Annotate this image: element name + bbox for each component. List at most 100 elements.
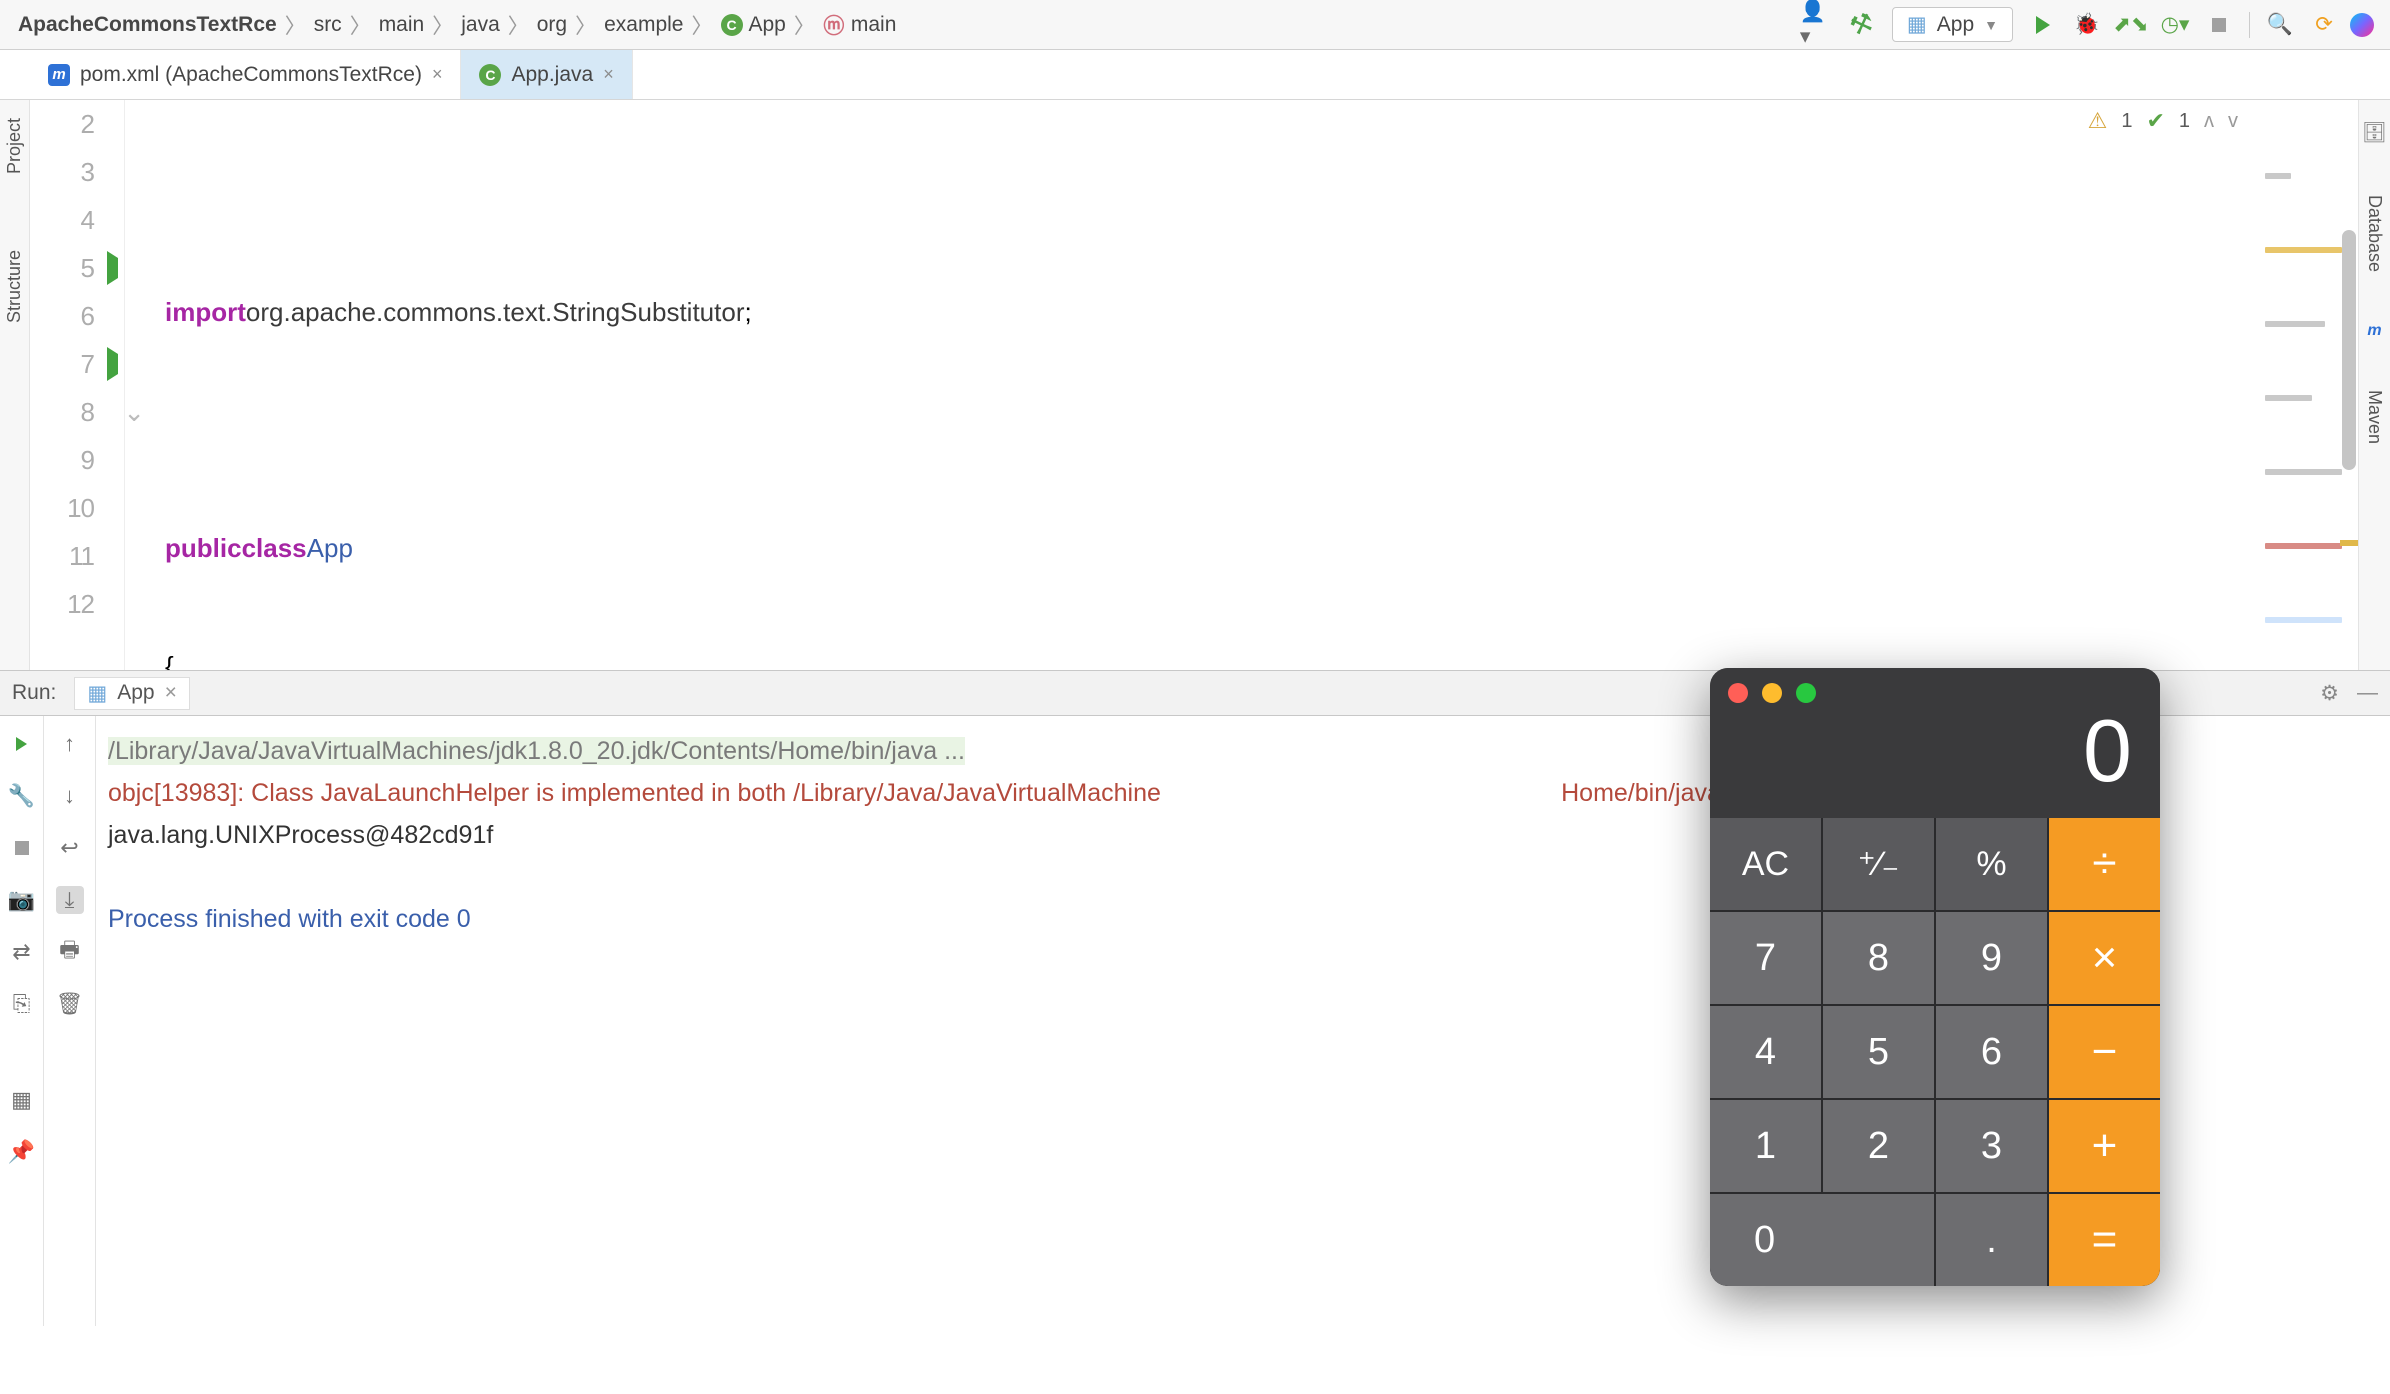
build-icon[interactable]: ⚒: [1844, 7, 1880, 43]
calc-key-divide[interactable]: ÷: [2049, 818, 2160, 910]
calculator-display: 0: [1710, 718, 2160, 818]
breadcrumb-method[interactable]: ⓜ main: [817, 11, 903, 39]
next-highlight-icon[interactable]: v: [2228, 110, 2238, 133]
calc-key-3[interactable]: 3: [1936, 1100, 2047, 1192]
calc-key-6[interactable]: 6: [1936, 1006, 2047, 1098]
breadcrumb-class[interactable]: C App: [715, 11, 792, 39]
run-panel-config[interactable]: ▦ App ×: [74, 677, 189, 710]
maven-file-icon: m: [48, 64, 70, 86]
tab-pom[interactable]: m pom.xml (ApacheCommonsTextRce) ×: [30, 50, 461, 99]
calc-key-8[interactable]: 8: [1823, 912, 1934, 1004]
scroll-to-end-icon[interactable]: ⤓: [56, 886, 84, 914]
close-tab-icon[interactable]: ×: [603, 64, 614, 85]
exit-icon[interactable]: ⎘: [8, 990, 36, 1018]
run-panel-toolbar-console: ↑ ↓ ↩ ⤓ 🖶 🗑: [44, 716, 96, 1326]
pin-icon[interactable]: 📌: [8, 1138, 36, 1166]
up-icon[interactable]: ↑: [56, 730, 84, 758]
console-line-cmd: /Library/Java/JavaVirtualMachines/jdk1.8…: [108, 737, 965, 765]
calculator-keypad: AC ⁺∕₋ % ÷ 7 8 9 × 4 5 6 − 1 2 3 + 0 . =: [1710, 818, 2160, 1286]
breadcrumb-bar: ApacheCommonsTextRce 〉 src 〉 main 〉 java…: [0, 0, 2390, 50]
search-icon[interactable]: 🔍: [2262, 7, 2298, 43]
calc-key-5[interactable]: 5: [1823, 1006, 1934, 1098]
down-icon[interactable]: ↓: [56, 782, 84, 810]
breadcrumb-example[interactable]: example: [598, 11, 689, 39]
close-tab-icon[interactable]: ×: [432, 64, 443, 85]
settings-icon[interactable]: ⚙: [2320, 681, 2339, 706]
calc-key-0[interactable]: 0: [1710, 1194, 1934, 1286]
calc-key-plus[interactable]: +: [2049, 1100, 2160, 1192]
run-config-label: App: [1937, 13, 1974, 37]
warning-icon: ⚠: [2088, 108, 2108, 134]
code-editor[interactable]: import org.apache.commons.text.StringSub…: [125, 100, 2358, 670]
soft-wrap-icon[interactable]: ↩: [56, 834, 84, 862]
calc-key-dot[interactable]: .: [1936, 1194, 2047, 1286]
left-tool-strip: Project Structure: [0, 100, 30, 670]
traffic-light-close[interactable]: [1728, 683, 1748, 703]
traffic-light-zoom[interactable]: [1796, 683, 1816, 703]
breadcrumb-project[interactable]: ApacheCommonsTextRce: [12, 11, 283, 39]
hide-panel-icon[interactable]: —: [2357, 681, 2378, 706]
profile-button[interactable]: ◷▾: [2157, 7, 2193, 43]
console-line-warn: objc[13983]: Class JavaLaunchHelper is i…: [108, 779, 1161, 807]
calc-key-minus[interactable]: −: [2049, 1006, 2160, 1098]
chevron-right-icon: 〉: [283, 10, 308, 40]
calc-key-equals[interactable]: =: [2049, 1194, 2160, 1286]
user-icon[interactable]: 👤▾: [1800, 7, 1836, 43]
debug-button[interactable]: 🐞: [2069, 7, 2105, 43]
close-icon[interactable]: ×: [165, 681, 177, 705]
tab-label: App.java: [511, 63, 593, 87]
stop-button[interactable]: [2201, 7, 2237, 43]
class-file-icon: C: [479, 64, 501, 86]
editor-gutter[interactable]: 2 3 4 5 6 7 8⌄ 9 10 11 12: [30, 100, 125, 670]
editor-tabs: m pom.xml (ApacheCommonsTextRce) × C App…: [0, 50, 2390, 100]
tab-app[interactable]: C App.java ×: [461, 50, 632, 99]
calc-key-multiply[interactable]: ×: [2049, 912, 2160, 1004]
chevron-down-icon: ▼: [1984, 17, 1998, 33]
run-config-icon: ▦: [1907, 12, 1927, 37]
run-panel-toolbar-left: 🔧 📷 ⇄ ⎘ ▦ 📌: [0, 716, 44, 1326]
calc-key-percent[interactable]: %: [1936, 818, 2047, 910]
traffic-light-minimize[interactable]: [1762, 683, 1782, 703]
calc-key-4[interactable]: 4: [1710, 1006, 1821, 1098]
database-tool-button[interactable]: Database: [2364, 195, 2385, 272]
run-line-icon[interactable]: [107, 354, 118, 375]
clear-icon[interactable]: 🗑: [56, 990, 84, 1018]
calc-key-9[interactable]: 9: [1936, 912, 2047, 1004]
jetbrains-icon[interactable]: [2350, 13, 2374, 37]
calculator-window[interactable]: 0 AC ⁺∕₋ % ÷ 7 8 9 × 4 5 6 − 1 2 3 + 0 .…: [1710, 668, 2160, 1286]
prev-highlight-icon[interactable]: ʌ: [2204, 110, 2214, 133]
class-icon: C: [721, 14, 743, 36]
run-line-icon[interactable]: [107, 258, 118, 279]
coverage-button[interactable]: ⬈⬊: [2113, 7, 2149, 43]
database-tool-icon[interactable]: 🗄: [2362, 120, 2387, 145]
ok-icon: ✔: [2146, 108, 2164, 134]
maven-tool-icon[interactable]: m: [2367, 322, 2381, 340]
run-button[interactable]: [2025, 7, 2061, 43]
sync-icon[interactable]: ⟳: [2306, 7, 2342, 43]
breadcrumb-java[interactable]: java: [455, 11, 506, 39]
wrench-icon[interactable]: 🔧: [8, 782, 36, 810]
rerun-icon[interactable]: [8, 730, 36, 758]
stop-icon[interactable]: [8, 834, 36, 862]
maven-tool-button[interactable]: Maven: [2364, 390, 2385, 444]
calc-key-7[interactable]: 7: [1710, 912, 1821, 1004]
code-minimap[interactable]: [2265, 108, 2350, 278]
breadcrumb-src[interactable]: src: [308, 11, 348, 39]
print-icon[interactable]: 🖶: [56, 938, 84, 966]
right-tool-strip: 🗄 Database m Maven: [2358, 100, 2390, 670]
calc-key-ac[interactable]: AC: [1710, 818, 1821, 910]
breadcrumb-main[interactable]: main: [373, 11, 431, 39]
structure-tool-button[interactable]: Structure: [4, 232, 25, 341]
scrollbar-thumb[interactable]: [2342, 230, 2356, 470]
layout-icon[interactable]: ▦: [8, 1086, 36, 1114]
inspections-widget[interactable]: ⚠1 ✔1 ʌ v: [2088, 108, 2238, 134]
dump-threads-icon[interactable]: ⇄: [8, 938, 36, 966]
editor-scrollbar[interactable]: [2340, 220, 2358, 660]
calc-key-2[interactable]: 2: [1823, 1100, 1934, 1192]
camera-icon[interactable]: 📷: [8, 886, 36, 914]
project-tool-button[interactable]: Project: [4, 100, 25, 192]
calc-key-sign[interactable]: ⁺∕₋: [1823, 818, 1934, 910]
breadcrumb-org[interactable]: org: [531, 11, 573, 39]
calc-key-1[interactable]: 1: [1710, 1100, 1821, 1192]
run-config-dropdown[interactable]: ▦ App ▼: [1892, 7, 2013, 42]
